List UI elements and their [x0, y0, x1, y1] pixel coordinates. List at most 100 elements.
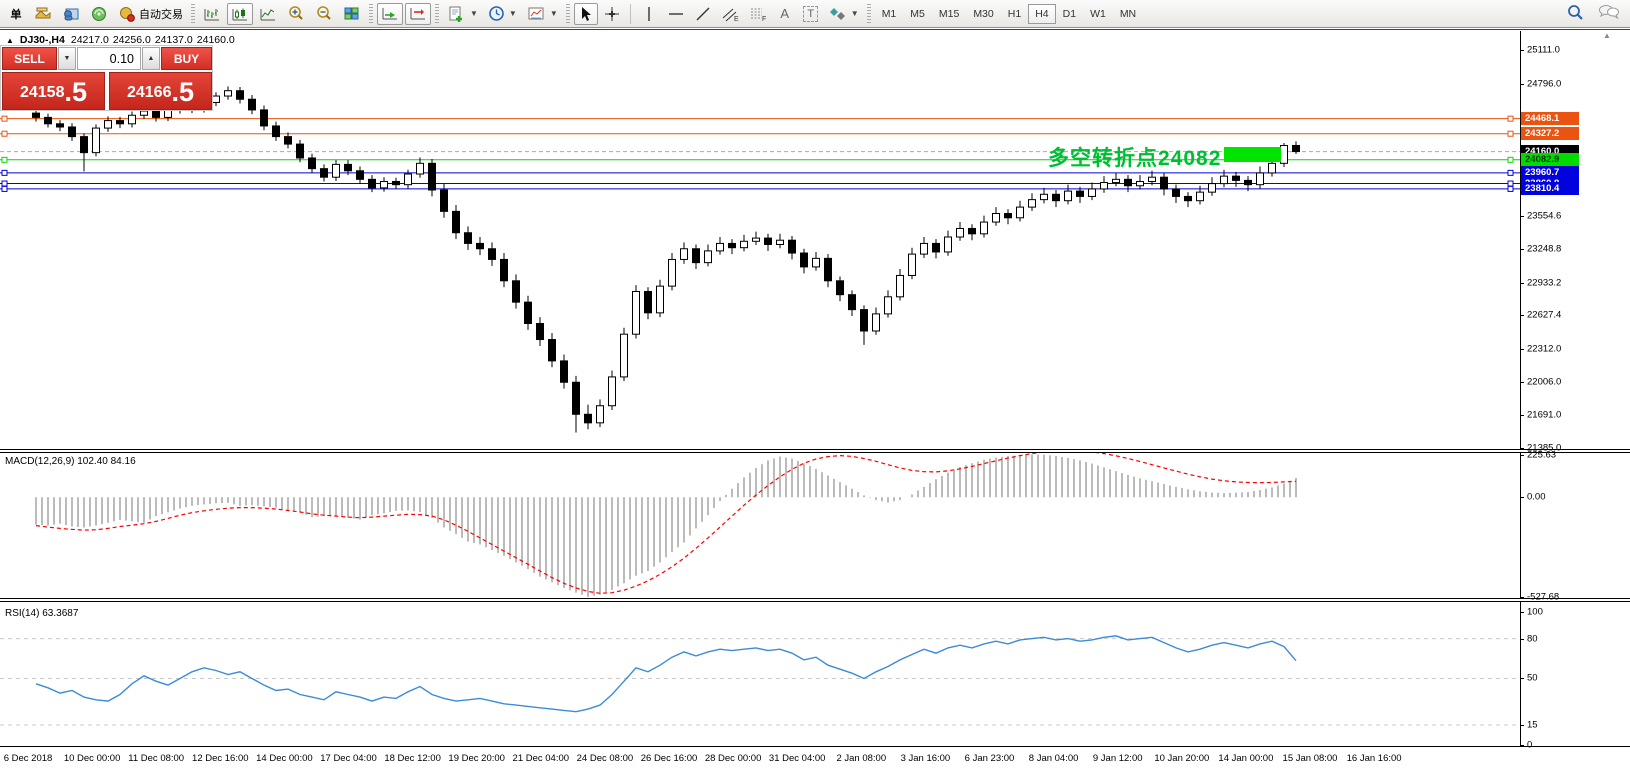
- timeframe-d1[interactable]: D1: [1056, 4, 1083, 24]
- date-label: 8 Jan 04:00: [1029, 753, 1079, 764]
- toolbar-grip[interactable]: [435, 4, 439, 24]
- timeframe-m15[interactable]: M15: [932, 4, 966, 24]
- date-label: 6 Jan 23:00: [965, 753, 1015, 764]
- cursor-button[interactable]: [574, 3, 598, 25]
- chevron-down-icon[interactable]: ▼: [550, 9, 558, 18]
- tick-mark: [1520, 455, 1524, 456]
- add-indicator-button[interactable]: ▼: [443, 3, 482, 25]
- rsi-panel[interactable]: [0, 602, 1630, 747]
- line-chart-button[interactable]: [255, 3, 281, 25]
- chevron-down-icon[interactable]: ▼: [851, 9, 859, 18]
- sell-price-int: 24158: [20, 80, 65, 106]
- tick-mark: [1520, 639, 1524, 640]
- toolbar-grip[interactable]: [867, 4, 871, 24]
- price-badge: 24082.9: [1521, 153, 1579, 166]
- buy-price-frac: .5: [171, 79, 194, 106]
- tick-mark: [1520, 349, 1524, 350]
- volume-decrease-button[interactable]: ▼: [58, 47, 76, 70]
- candlestick-chart-button[interactable]: [227, 3, 253, 25]
- price-tick: 22006.0: [1527, 376, 1561, 387]
- date-label: 10 Jan 20:00: [1154, 753, 1209, 764]
- tick-mark: [1520, 678, 1524, 679]
- search-icon[interactable]: [1566, 3, 1584, 26]
- auto-scroll-button[interactable]: [377, 3, 403, 25]
- rsi-tick: 100: [1527, 606, 1543, 617]
- date-axis[interactable]: 6 Dec 2018 10 Dec 00:00 11 Dec 08:00 12 Dec…: [0, 748, 1630, 773]
- scroll-to-end-marker[interactable]: ▲: [1603, 31, 1611, 40]
- timeframe-h4[interactable]: H4: [1028, 4, 1055, 24]
- annotation-text[interactable]: 多空转折点24082: [1048, 142, 1221, 172]
- chevron-down-icon[interactable]: ▼: [509, 9, 517, 18]
- new-order-button[interactable]: 单: [4, 3, 28, 25]
- date-label: 10 Dec 00:00: [64, 753, 121, 764]
- timeframe-h1[interactable]: H1: [1001, 4, 1028, 24]
- date-label: 6 Dec 2018: [4, 753, 53, 764]
- tick-mark: [1520, 84, 1524, 85]
- crosshair-button[interactable]: [600, 3, 624, 25]
- periods-button[interactable]: ▼: [484, 3, 521, 25]
- toolbar-grip[interactable]: [191, 4, 195, 24]
- bars-chart-button[interactable]: [199, 3, 225, 25]
- toolbar-separator: [630, 4, 631, 24]
- text-tool-button[interactable]: A: [773, 3, 797, 25]
- templates-button[interactable]: ▼: [523, 3, 562, 25]
- toolbar-grip[interactable]: [566, 4, 570, 24]
- panel-separator[interactable]: [0, 449, 1630, 453]
- date-label: 9 Jan 12:00: [1093, 753, 1143, 764]
- zoom-out-button[interactable]: [311, 3, 337, 25]
- toolbar-grip[interactable]: [369, 4, 373, 24]
- arrows-tool-button[interactable]: ▼: [825, 3, 863, 25]
- fibonacci-button[interactable]: F: [745, 3, 771, 25]
- market-watch-icon[interactable]: [30, 3, 56, 25]
- buy-price-display[interactable]: 24166.5: [109, 72, 212, 110]
- candlestick-chart[interactable]: [0, 31, 1630, 449]
- price-tick: 23248.8: [1527, 243, 1561, 254]
- chat-icon[interactable]: [1598, 3, 1620, 26]
- panel-expand-icon[interactable]: ▲: [6, 36, 14, 45]
- tick-mark: [1520, 415, 1524, 416]
- rsi-tick: 80: [1527, 633, 1538, 644]
- rsi-label: RSI(14) 63.3687: [5, 608, 78, 619]
- buy-button[interactable]: BUY: [161, 47, 212, 70]
- timeframe-m30[interactable]: M30: [966, 4, 1000, 24]
- horizontal-line-button[interactable]: [663, 3, 689, 25]
- timeframe-bar: M1M5M15M30H1H4D1W1MN: [875, 4, 1143, 24]
- date-label: 11 Dec 08:00: [128, 753, 184, 764]
- sell-price-display[interactable]: 24158.5: [2, 72, 105, 110]
- timeframe-m5[interactable]: M5: [903, 4, 932, 24]
- tick-mark: [1520, 249, 1524, 250]
- date-label: 14 Jan 00:00: [1218, 753, 1273, 764]
- date-label: 12 Dec 16:00: [192, 753, 249, 764]
- chevron-down-icon[interactable]: ▼: [470, 9, 478, 18]
- date-label: 16 Jan 16:00: [1347, 753, 1402, 764]
- price-tick: 22312.0: [1527, 343, 1561, 354]
- tile-windows-button[interactable]: [339, 3, 365, 25]
- navigator-icon[interactable]: [58, 3, 84, 25]
- annotation-rectangle[interactable]: [1224, 147, 1281, 162]
- terminal-icon[interactable]: [86, 3, 112, 25]
- price-badge: 24327.2: [1521, 127, 1579, 140]
- text-label-tool-button[interactable]: T: [799, 3, 823, 25]
- macd-tick: 0.00: [1527, 492, 1546, 503]
- chart-shift-button[interactable]: [405, 3, 431, 25]
- volume-increase-button[interactable]: ▲: [142, 47, 160, 70]
- panel-separator[interactable]: [0, 598, 1630, 602]
- autotrade-button[interactable]: 自动交易: [114, 3, 187, 25]
- date-label: 2 Jan 08:00: [836, 753, 886, 764]
- one-click-trade-panel: SELL ▼ ▲ BUY 24158.5 24166.5: [0, 45, 213, 111]
- timeframe-mn[interactable]: MN: [1113, 4, 1143, 24]
- zoom-in-button[interactable]: [283, 3, 309, 25]
- timeframe-m1[interactable]: M1: [875, 4, 904, 24]
- volume-input[interactable]: [77, 47, 141, 70]
- sell-button[interactable]: SELL: [2, 47, 57, 70]
- trendline-button[interactable]: [691, 3, 715, 25]
- tick-mark: [1520, 283, 1524, 284]
- vertical-line-button[interactable]: [637, 3, 661, 25]
- date-label: 3 Jan 16:00: [901, 753, 951, 764]
- macd-panel[interactable]: [0, 453, 1630, 598]
- date-label: 31 Dec 04:00: [769, 753, 826, 764]
- timeframe-w1[interactable]: W1: [1083, 4, 1113, 24]
- date-label: 19 Dec 20:00: [448, 753, 505, 764]
- price-tick: 25111.0: [1527, 45, 1560, 56]
- equidistant-channel-button[interactable]: E: [717, 3, 743, 25]
